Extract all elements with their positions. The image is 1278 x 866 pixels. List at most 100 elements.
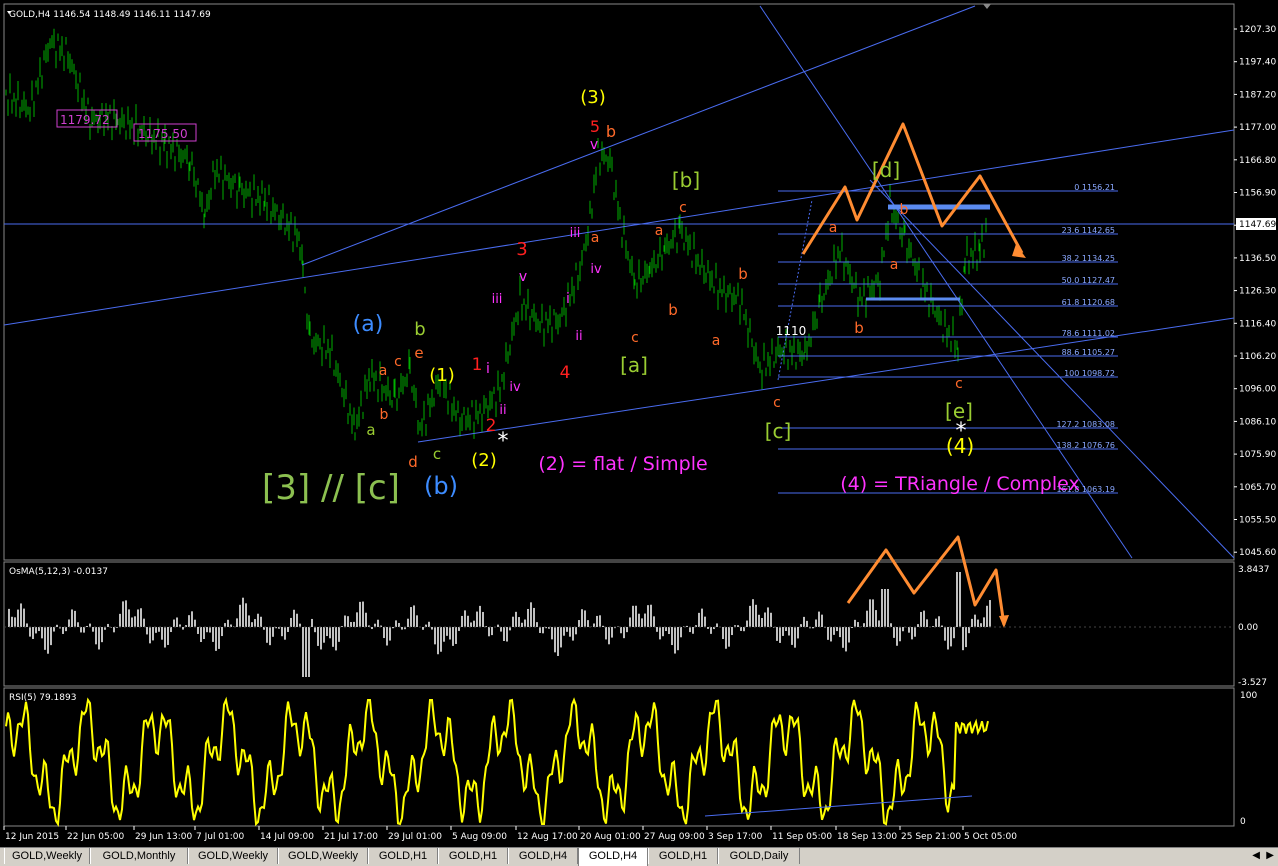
osma-bar xyxy=(941,626,943,627)
osma-bar xyxy=(893,627,895,638)
chart-canvas[interactable]: 0 1156.2123.6 1142.6538.2 1134.2550.0 11… xyxy=(0,0,1278,847)
chart-tab[interactable]: GOLD,Weekly xyxy=(278,848,368,864)
wave-label-b-green: [b] xyxy=(672,168,700,192)
osma-bar xyxy=(62,627,64,634)
tab-scroll-right-icon[interactable]: ▶ xyxy=(1266,850,1274,861)
osma-bar xyxy=(440,627,442,652)
osma-bar xyxy=(467,616,469,627)
symbol-title: GOLD,H4 1146.54 1148.49 1146.11 1147.69 xyxy=(9,10,211,20)
chart-tab[interactable]: GOLD,H4 xyxy=(508,848,578,864)
chart-tab[interactable]: GOLD,Monthly xyxy=(90,848,188,864)
price-tick: 1045.60 xyxy=(1239,548,1276,558)
osma-bar xyxy=(884,589,886,627)
osma-bar xyxy=(251,622,253,627)
osma-bar xyxy=(362,602,364,627)
time-tick: 5 Oct 05:00 xyxy=(964,832,1017,842)
osma-bar xyxy=(212,627,214,642)
osma-bar xyxy=(119,614,121,627)
osma-bar xyxy=(983,617,985,627)
wave-label-big-left: [3] // [c] xyxy=(262,468,400,508)
osma-bar xyxy=(554,627,556,652)
osma-bar xyxy=(644,614,646,627)
chart-tab[interactable]: GOLD,Weekly xyxy=(4,848,90,864)
osma-bar xyxy=(659,627,661,639)
osma-bar xyxy=(431,627,433,630)
osma-bar xyxy=(341,626,343,627)
wave-label-wave2: (2) xyxy=(471,450,497,471)
osma-bar xyxy=(752,599,754,627)
chart-tab[interactable]: GOLD,H1 xyxy=(368,848,438,864)
osma-bar xyxy=(332,627,334,647)
wave-label-v2: v xyxy=(519,269,527,285)
osma-bar xyxy=(191,611,193,627)
osma-bar xyxy=(641,618,643,627)
wave-label-two-red: 2 xyxy=(486,416,497,436)
osma-bar xyxy=(269,627,271,645)
osma-bar xyxy=(572,627,574,641)
wave-label-triangle: (4) = TRiangle / Complex xyxy=(840,473,1080,495)
chart-window[interactable]: 0 1156.2123.6 1142.6538.2 1134.2550.0 11… xyxy=(0,0,1278,865)
chart-tab[interactable]: GOLD,Weekly xyxy=(188,848,278,864)
osma-bar xyxy=(41,627,43,638)
osma-bar xyxy=(560,627,562,647)
osma-bar xyxy=(737,625,739,627)
tab-scroll-left-icon[interactable]: ◀ xyxy=(1252,850,1260,861)
osma-bar xyxy=(569,627,571,637)
wave-label-iv-mag: iv xyxy=(509,380,521,395)
osma-bar xyxy=(158,627,160,632)
osma-bar xyxy=(707,627,709,629)
wave-label-wave1: (1) xyxy=(429,365,455,386)
osma-bar xyxy=(689,627,691,632)
osma-bar xyxy=(203,627,205,639)
osma-bar xyxy=(335,627,337,650)
wave-label-a-red: a xyxy=(379,363,388,379)
osma-bar xyxy=(974,615,976,627)
osma-bar xyxy=(134,616,136,627)
osma-bar xyxy=(365,613,367,627)
osma-bar xyxy=(692,627,694,634)
osma-bar xyxy=(74,611,76,627)
osma-bar xyxy=(353,622,355,627)
osma-bar xyxy=(356,612,358,627)
osma-bar xyxy=(779,627,781,643)
osma-bar xyxy=(776,627,778,641)
wave-label-a-green: [a] xyxy=(620,353,648,377)
osma-bar xyxy=(155,627,157,633)
osma-bar xyxy=(575,627,577,634)
wave-label-d-green: [d] xyxy=(872,158,900,182)
osma-bar xyxy=(221,627,223,636)
osma-bar xyxy=(422,627,424,630)
osma-bar xyxy=(584,610,586,627)
wave-label-four-red: 4 xyxy=(560,363,571,383)
osma-bar xyxy=(749,606,751,627)
osma-bar xyxy=(908,627,910,633)
osma-bar xyxy=(284,627,286,640)
time-tick: 27 Aug 09:00 xyxy=(644,832,705,842)
osma-bar xyxy=(8,609,10,627)
osma-bar xyxy=(89,624,91,627)
osma-bar xyxy=(785,627,787,631)
chart-tab[interactable]: GOLD,H1 xyxy=(648,848,718,864)
osma-bar xyxy=(56,625,58,627)
osma-bar xyxy=(578,620,580,627)
osma-bar xyxy=(686,626,688,627)
chart-tab[interactable]: GOLD,H4 xyxy=(578,847,648,866)
osma-bar xyxy=(107,624,109,627)
chart-tab[interactable]: GOLD,Daily xyxy=(718,848,800,864)
osma-bar xyxy=(662,627,664,636)
osma-bar xyxy=(11,617,13,627)
chart-tab[interactable]: GOLD,H1 xyxy=(438,848,508,864)
osma-bar xyxy=(14,617,16,627)
wave-label-c-bot: c xyxy=(773,395,781,411)
wave-label-a-r5: a xyxy=(890,257,899,273)
osma-bar xyxy=(68,619,70,627)
osma-bar xyxy=(500,627,502,632)
osma-bar xyxy=(827,627,829,640)
osma-bar xyxy=(839,627,841,637)
osma-bar xyxy=(815,619,817,627)
osma-bar xyxy=(245,603,247,627)
time-tick: 3 Sep 17:00 xyxy=(708,832,763,842)
rsi-tick: 0 xyxy=(1240,817,1246,827)
osma-bar xyxy=(170,627,172,632)
osma-bar xyxy=(935,619,937,627)
